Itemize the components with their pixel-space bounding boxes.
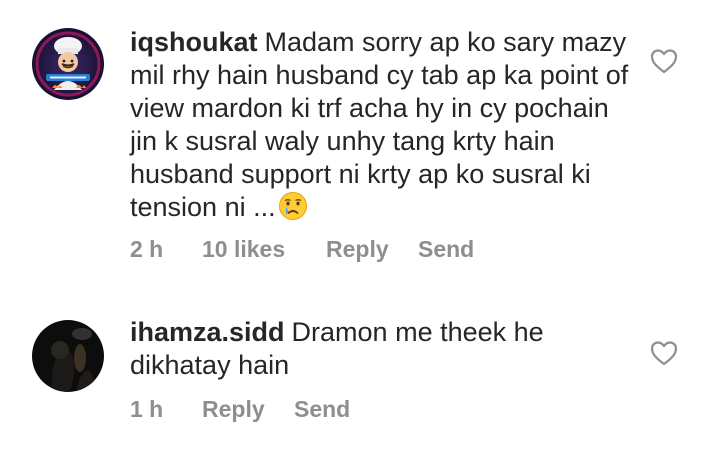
comment-body: ihamza.sidd Dramon me theek he dikhatay h… [130, 316, 630, 382]
comment-timestamp: 1 h [130, 396, 164, 422]
avatar[interactable] [32, 28, 104, 100]
send-button[interactable]: Send [418, 236, 474, 263]
comment-item: ihamza.sidd Dramon me theek he dikhatay h… [0, 290, 720, 452]
avatar[interactable] [32, 320, 104, 392]
comment-item: iqshoukat Madam sorry ap ko sary mazy mil… [0, 0, 720, 290]
comment-timestamp: 2 h [130, 236, 164, 262]
comment-username[interactable]: ihamza.sidd [130, 317, 285, 347]
reply-button[interactable]: Reply [202, 396, 294, 423]
comment-body: iqshoukat Madam sorry ap ko sary mazy mil… [130, 26, 630, 224]
comment-username[interactable]: iqshoukat [130, 27, 258, 57]
comment-likes-count[interactable]: 10 likes [202, 236, 326, 263]
reply-button[interactable]: Reply [326, 236, 418, 263]
send-button[interactable]: Send [294, 396, 350, 423]
comment-meta: 1 h Reply Send [130, 396, 350, 423]
heart-outline-icon[interactable] [650, 340, 678, 366]
comment-meta: 2 h 10 likes Reply Send [130, 236, 474, 263]
crying-face-emoji [278, 191, 308, 221]
heart-outline-icon[interactable] [650, 48, 678, 74]
